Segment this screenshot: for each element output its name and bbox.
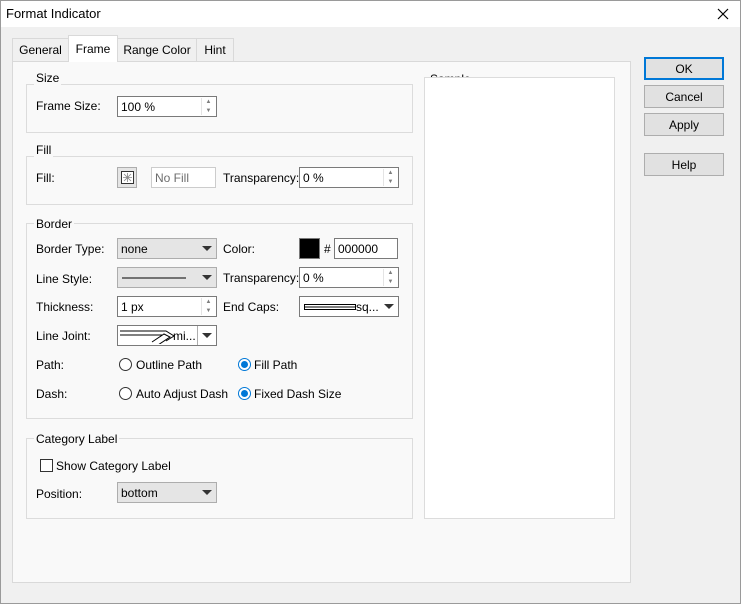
border-type-select[interactable]: none — [117, 238, 217, 259]
fill-group-label: Fill — [34, 143, 54, 157]
border-transparency-value: 0 % — [303, 271, 324, 285]
fill-transparency-input[interactable]: 0 % ▲ ▼ — [299, 167, 399, 188]
fill-value: No Fill — [155, 171, 190, 185]
spin-up-icon[interactable]: ▲ — [383, 169, 397, 178]
line-joint-value: mi... — [173, 329, 196, 343]
fill-value-field[interactable]: No Fill — [151, 167, 216, 188]
category-label-group — [26, 438, 413, 519]
miter-joint-icon — [120, 330, 175, 344]
outline-path-label[interactable]: Outline Path — [136, 358, 202, 372]
sample-preview — [424, 77, 615, 519]
thickness-label: Thickness: — [36, 300, 94, 314]
show-category-label-text[interactable]: Show Category Label — [56, 459, 171, 473]
position-value: bottom — [121, 486, 158, 500]
square-cap-line-icon — [304, 304, 356, 310]
divider — [197, 326, 198, 345]
show-category-label-checkbox[interactable] — [40, 459, 53, 472]
border-type-label: Border Type: — [36, 242, 105, 256]
border-type-value: none — [121, 242, 148, 256]
border-color-label: Color: — [223, 242, 256, 256]
dash-label: Dash: — [36, 387, 68, 401]
fill-pattern-icon — [120, 171, 134, 184]
fixed-dash-size-radio[interactable] — [238, 387, 251, 400]
dialog-title: Format Indicator — [6, 6, 101, 21]
border-color-swatch[interactable] — [299, 238, 320, 259]
tab-range-color-label: Range Color — [123, 43, 191, 57]
position-select[interactable]: bottom — [117, 482, 217, 503]
end-caps-select[interactable]: sq... — [299, 296, 399, 317]
spin-up-icon[interactable]: ▲ — [383, 269, 397, 278]
tab-general-label: General — [19, 43, 62, 57]
fill-path-radio[interactable] — [238, 358, 251, 371]
chevron-down-icon — [384, 304, 394, 309]
chevron-down-icon — [202, 490, 212, 495]
fill-transparency-label: Transparency: — [223, 171, 300, 185]
thickness-input[interactable]: 1 px ▲ ▼ — [117, 296, 217, 317]
line-joint-label: Line Joint: — [36, 329, 91, 343]
fill-transparency-spinner[interactable]: ▲ ▼ — [383, 169, 397, 186]
close-icon — [717, 8, 729, 20]
size-group-label: Size — [34, 71, 62, 85]
border-group-label: Border — [34, 217, 75, 231]
chevron-down-icon — [202, 246, 212, 251]
path-label: Path: — [36, 358, 65, 372]
tab-hint-label: Hint — [204, 43, 226, 57]
frame-size-input[interactable]: 100 % ▲ ▼ — [117, 96, 217, 117]
border-transparency-label: Transparency: — [223, 271, 300, 285]
frame-size-label: Frame Size: — [36, 99, 101, 113]
help-button[interactable]: Help — [644, 153, 724, 176]
thickness-spinner[interactable]: ▲ ▼ — [201, 298, 215, 315]
tab-general[interactable]: General — [12, 38, 69, 61]
tab-frame[interactable]: Frame — [68, 35, 118, 62]
line-style-select[interactable] — [117, 267, 217, 288]
cancel-button[interactable]: Cancel — [644, 85, 724, 108]
chevron-down-icon — [202, 333, 212, 338]
border-color-hex-input[interactable]: 000000 — [334, 238, 398, 259]
hash-label: # — [324, 242, 331, 256]
frame-size-spinner[interactable]: ▲ ▼ — [201, 98, 215, 115]
fixed-dash-size-label[interactable]: Fixed Dash Size — [254, 387, 341, 401]
line-joint-select[interactable]: mi... — [117, 325, 217, 346]
fill-path-label[interactable]: Fill Path — [254, 358, 297, 372]
tab-hint[interactable]: Hint — [196, 38, 234, 61]
chevron-down-icon — [202, 275, 212, 280]
outline-path-radio[interactable] — [119, 358, 132, 371]
tab-range-color[interactable]: Range Color — [117, 38, 197, 61]
thickness-value: 1 px — [121, 300, 144, 314]
fill-button[interactable] — [117, 167, 137, 188]
spin-down-icon[interactable]: ▼ — [383, 277, 397, 286]
end-caps-value: sq... — [356, 300, 379, 314]
spin-down-icon[interactable]: ▼ — [201, 106, 215, 115]
close-button[interactable] — [706, 1, 740, 27]
end-caps-label: End Caps: — [223, 300, 280, 314]
line-style-label: Line Style: — [36, 272, 93, 286]
border-transparency-spinner[interactable]: ▲ ▼ — [383, 269, 397, 286]
title-bar: Format Indicator — [1, 1, 740, 27]
spin-up-icon[interactable]: ▲ — [201, 298, 215, 307]
category-label-group-label: Category Label — [34, 432, 120, 446]
position-label: Position: — [36, 487, 83, 501]
spin-down-icon[interactable]: ▼ — [201, 306, 215, 315]
fill-label: Fill: — [36, 171, 55, 185]
auto-adjust-dash-radio[interactable] — [119, 387, 132, 400]
spin-down-icon[interactable]: ▼ — [383, 177, 397, 186]
border-color-hex-value: 000000 — [338, 242, 379, 256]
ok-button[interactable]: OK — [644, 57, 724, 80]
apply-button[interactable]: Apply — [644, 113, 724, 136]
auto-adjust-dash-label[interactable]: Auto Adjust Dash — [136, 387, 228, 401]
format-indicator-dialog: Format Indicator General Frame Range Col… — [0, 0, 741, 604]
solid-line-icon — [122, 277, 186, 279]
frame-size-value: 100 % — [121, 100, 156, 114]
spin-up-icon[interactable]: ▲ — [201, 98, 215, 107]
fill-transparency-value: 0 % — [303, 171, 324, 185]
tab-frame-label: Frame — [75, 42, 111, 56]
border-transparency-input[interactable]: 0 % ▲ ▼ — [299, 267, 399, 288]
